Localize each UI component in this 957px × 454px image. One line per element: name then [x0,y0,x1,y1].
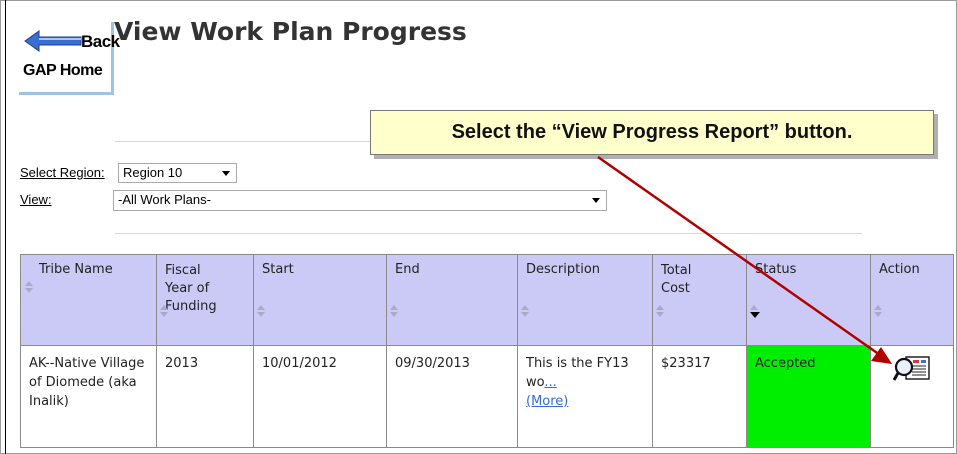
cell-action [870,345,954,448]
back-arrow-icon [24,30,82,52]
view-select[interactable]: -All Work Plans- [113,190,607,211]
region-select[interactable]: Region 10 [118,163,237,183]
header-label: End [395,262,420,277]
column-header-end[interactable]: End [386,254,518,346]
cell-fiscal-year: 2013 [156,345,254,448]
cell-description: This is the FY13 wo... (More) [517,345,653,448]
instruction-callout: Select the “View Progress Report” button… [370,110,934,155]
description-ellipsis-link[interactable]: ... [544,375,556,390]
cell-total-cost: $23317 [652,345,747,448]
column-header-description[interactable]: Description [517,254,653,346]
page-title: View Work Plan Progress [114,17,467,46]
sort-icon[interactable] [25,281,33,293]
view-label: View: [20,192,52,207]
column-header-status[interactable]: Status [746,254,871,346]
divider-bottom [115,233,862,234]
region-select-value: Region 10 [123,165,183,180]
header-label: Status [755,262,797,277]
view-select-value: -All Work Plans- [118,192,211,207]
sort-icon[interactable] [160,305,168,317]
chevron-down-icon [222,171,230,176]
chevron-down-icon [592,198,600,203]
description-more-link[interactable]: (More) [526,394,568,409]
column-header-start[interactable]: Start [253,254,387,346]
column-header-tribe-name[interactable]: Tribe Name [20,254,157,346]
left-border [5,0,6,454]
header-label: Fiscal Year of Funding [165,263,217,314]
header-label: Tribe Name [39,262,113,277]
back-to-gap-home-button[interactable]: Back GAP Home [19,22,120,95]
gap-home-label: GAP Home [23,62,103,79]
sort-icon[interactable] [750,305,760,318]
sort-icon[interactable] [257,305,265,317]
column-header-total-cost[interactable]: Total Cost [652,254,747,346]
region-label: Select Region: [20,165,105,180]
sort-icon[interactable] [874,305,882,317]
table-row: AK--Native Village of Diomede (aka Inali… [20,345,954,448]
cell-end: 09/30/2013 [386,345,518,448]
sort-icon[interactable] [656,305,664,317]
description-text: This is the FY13 wo [526,356,629,390]
divider-top [115,141,370,142]
cell-start: 10/01/2012 [253,345,387,448]
work-plan-table: Tribe Name Fiscal Year of Funding Start … [20,254,954,448]
table-header-row: Tribe Name Fiscal Year of Funding Start … [20,254,954,346]
header-label: Action [879,262,920,277]
cell-tribe-name: AK--Native Village of Diomede (aka Inali… [20,345,157,448]
header-label: Description [526,262,601,277]
column-header-action[interactable]: Action [870,254,954,346]
sort-icon[interactable] [390,305,398,317]
cell-status: Accepted [746,345,871,448]
header-label: Start [262,262,294,277]
column-header-fiscal-year[interactable]: Fiscal Year of Funding [156,254,254,346]
view-progress-report-icon[interactable] [893,356,931,382]
header-label: Total Cost [661,263,692,296]
sort-icon[interactable] [521,305,529,317]
